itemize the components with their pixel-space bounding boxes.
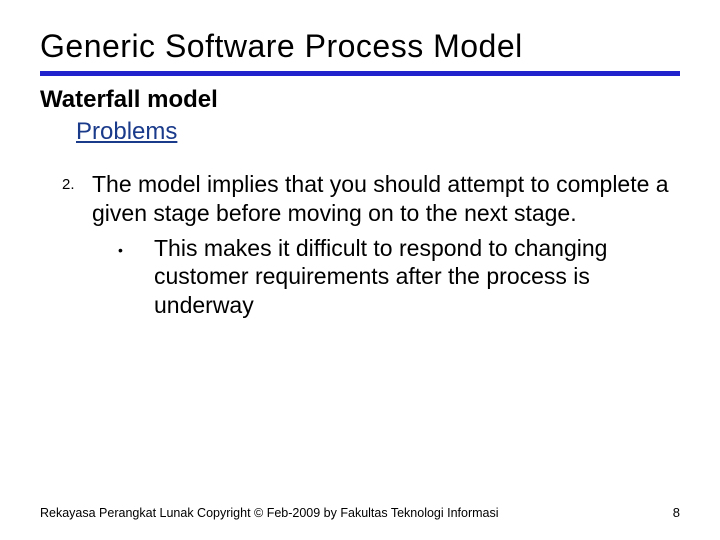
bullet-icon: • [118,234,154,258]
footer-copyright: Rekayasa Perangkat Lunak Copyright © Feb… [40,506,499,520]
footer: Rekayasa Perangkat Lunak Copyright © Feb… [40,505,680,520]
section-heading: Problems [76,118,680,146]
list-number: 2. [62,170,92,193]
slide-title: Generic Software Process Model [40,28,680,65]
page-number: 8 [673,505,680,520]
sub-list-item: • This makes it difficult to respond to … [118,234,680,320]
sub-list-text: This makes it difficult to respond to ch… [154,234,680,320]
title-rule [40,71,680,76]
slide: Generic Software Process Model Waterfall… [0,0,720,540]
list-item: 2. The model implies that you should att… [62,170,680,228]
list-text: The model implies that you should attemp… [92,170,680,228]
subtitle: Waterfall model [40,86,680,114]
